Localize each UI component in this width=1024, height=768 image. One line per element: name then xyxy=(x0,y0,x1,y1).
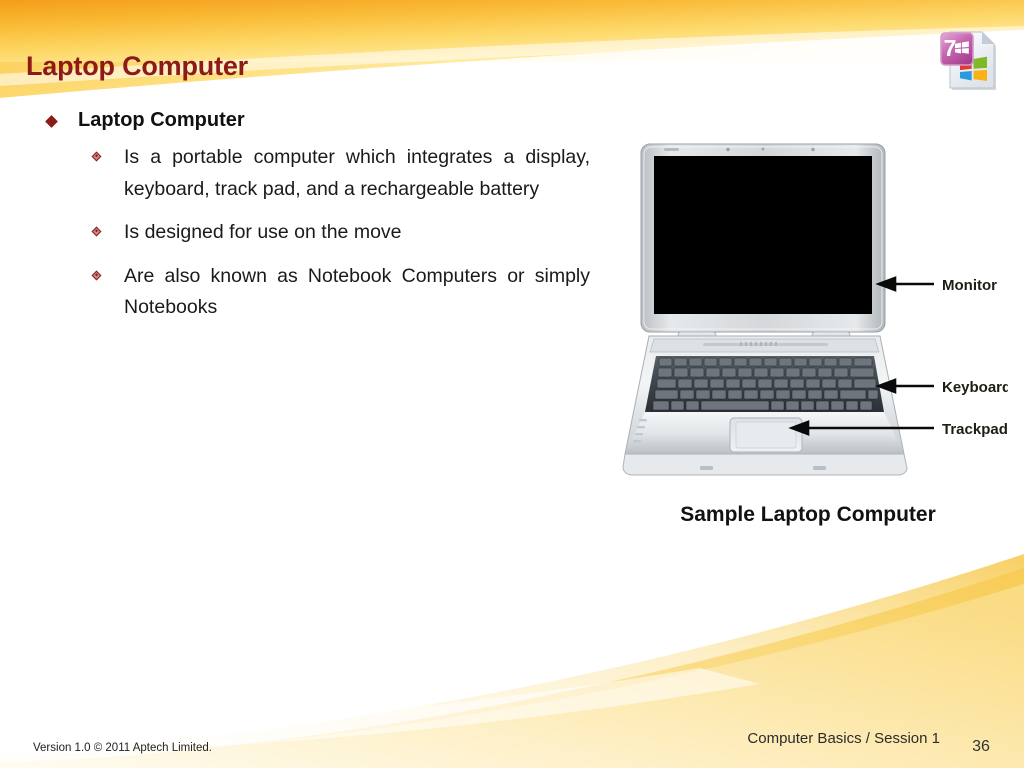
outlined-diamond-bullet-icon xyxy=(91,270,102,281)
callout-label-trackpad: Trackpad xyxy=(942,421,1008,438)
bullet-text: Is a portable computer which integrates … xyxy=(124,146,590,200)
bullet-item-level1: Laptop Computer xyxy=(38,108,590,133)
bullet-list: Laptop Computer Is a portable computer w… xyxy=(38,108,590,336)
svg-text:7: 7 xyxy=(944,35,957,61)
bullet-item-level2: Is designed for use on the move xyxy=(38,217,590,249)
footer-course-label: Computer Basics / Session 1 xyxy=(747,730,940,747)
bullet-text: Are also known as Notebook Computers or … xyxy=(124,264,590,319)
outlined-diamond-bullet-icon xyxy=(91,226,102,237)
slide: Laptop Computer 7 Laptop Computer Is a p… xyxy=(0,0,1024,768)
bullet-text: Laptop Computer xyxy=(78,109,245,131)
outlined-diamond-bullet-icon xyxy=(91,151,102,162)
callout-label-monitor: Monitor xyxy=(942,277,997,294)
footer-copyright: Version 1.0 © 2011 Aptech Limited. xyxy=(33,742,212,754)
filled-diamond-bullet-icon xyxy=(45,115,58,128)
bullet-item-level2: Are also known as Notebook Computers or … xyxy=(38,261,590,324)
bullet-text: Is designed for use on the move xyxy=(124,221,402,244)
bullet-item-level2: Is a portable computer which integrates … xyxy=(38,142,590,205)
page-title: Laptop Computer xyxy=(26,51,248,82)
windows7-document-icon: 7 xyxy=(930,24,1002,96)
figure-caption: Sample Laptop Computer xyxy=(680,503,936,526)
laptop-computer-image: Monitor Keyboard Trackpad xyxy=(608,136,1008,536)
footer-page-number: 36 xyxy=(972,738,990,755)
callout-label-keyboard: Keyboard xyxy=(942,379,1008,396)
